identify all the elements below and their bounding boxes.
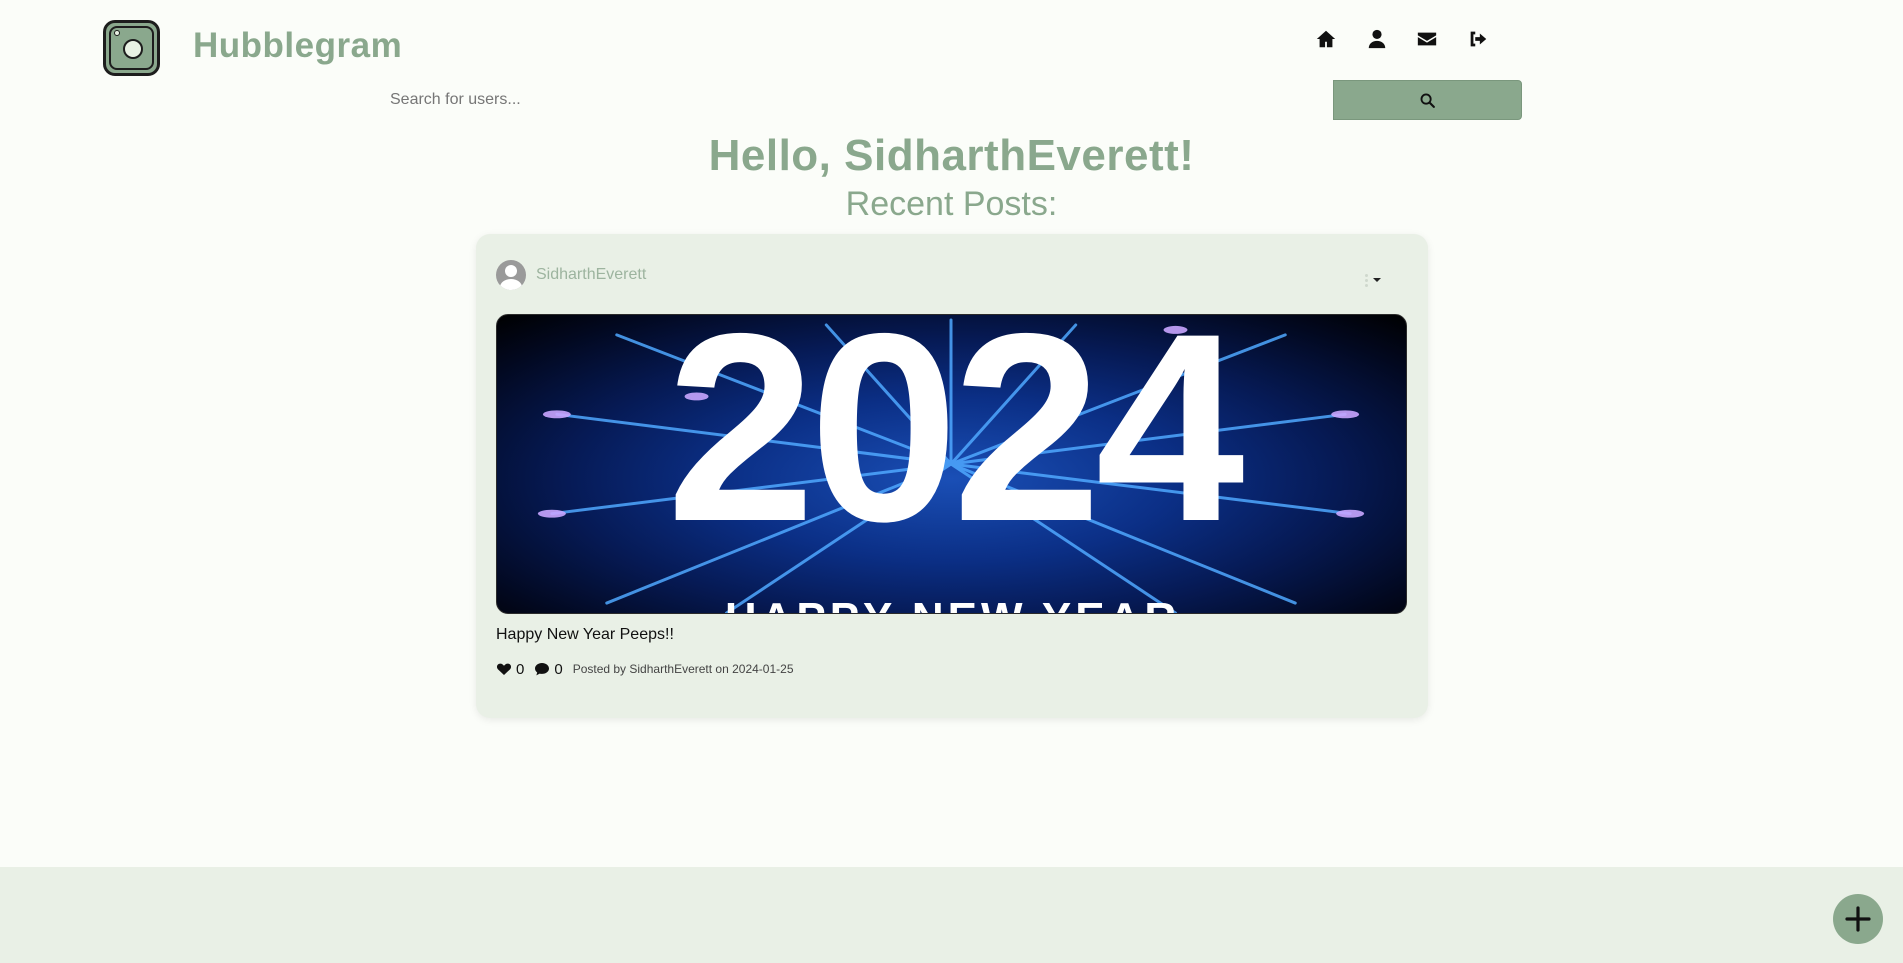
greeting-heading: Hello, SidharthEverett!	[708, 131, 1195, 180]
recent-posts-heading: Recent Posts:	[845, 185, 1058, 223]
post-card: SidharthEverett 2024 Happy New Year Peep…	[476, 234, 1428, 718]
post-image-banner: HAPPY NEW YEAR	[497, 597, 1406, 614]
logo-lens	[123, 39, 143, 59]
search-icon	[1420, 93, 1435, 108]
logo-flash-dot	[114, 30, 120, 36]
envelope-icon[interactable]	[1414, 26, 1440, 52]
sign-out-icon[interactable]	[1465, 26, 1491, 52]
posted-info: Posted by SidharthEverett on 2024-01-25	[572, 662, 794, 676]
plus-icon	[1845, 906, 1871, 932]
app-title[interactable]: Hubblegram	[193, 26, 402, 66]
post-username[interactable]: SidharthEverett	[536, 266, 646, 284]
post-image-year: 2024	[666, 314, 1244, 577]
post-caption: Happy New Year Peeps!!	[496, 626, 674, 643]
caret-down-icon	[1373, 278, 1381, 282]
heart-icon[interactable]	[496, 661, 512, 677]
avatar-icon[interactable]	[496, 260, 526, 290]
page: Hubblegram Hello, SidharthEvere	[0, 0, 1903, 963]
kebab-icon	[1365, 273, 1368, 287]
user-icon[interactable]	[1364, 26, 1390, 52]
footer	[0, 867, 1903, 963]
logo-icon[interactable]	[103, 20, 160, 76]
create-post-button[interactable]	[1833, 894, 1883, 944]
post-meta: 0 0 Posted by SidharthEverett on 2024-01…	[496, 660, 794, 678]
like-count: 0	[516, 660, 525, 678]
comment-icon[interactable]	[534, 661, 550, 677]
header: Hubblegram	[0, 0, 1903, 80]
home-icon[interactable]	[1313, 26, 1339, 52]
search-bar	[380, 80, 1522, 120]
search-button[interactable]	[1333, 80, 1522, 120]
comment-count: 0	[554, 660, 563, 678]
search-input[interactable]	[380, 80, 1333, 120]
post-options-dropdown[interactable]	[1365, 270, 1389, 290]
post-image[interactable]: 2024 HAPPY NEW YEAR	[496, 314, 1407, 614]
